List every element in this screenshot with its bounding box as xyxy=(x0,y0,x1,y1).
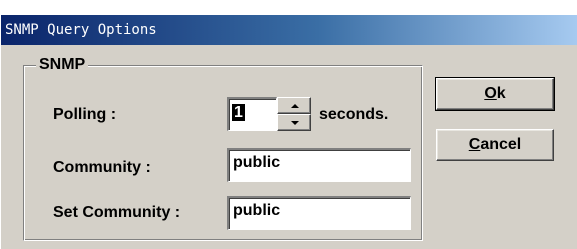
community-input[interactable]: public xyxy=(227,148,411,182)
spin-down-icon xyxy=(291,121,299,125)
group-label: SNMP xyxy=(36,56,89,74)
polling-value: 1 xyxy=(232,104,245,121)
window-title: SNMP Query Options xyxy=(5,22,157,38)
polling-input[interactable]: 1 xyxy=(227,97,277,131)
spin-down-button[interactable] xyxy=(277,114,311,131)
ok-label-rest: k xyxy=(496,85,506,102)
cancel-button[interactable]: Cancel xyxy=(436,129,554,161)
polling-unit: seconds. xyxy=(319,106,389,123)
spin-up-button[interactable] xyxy=(277,97,311,114)
ok-mnemonic: O xyxy=(484,85,497,102)
polling-spinner[interactable] xyxy=(277,97,311,131)
snmp-query-options-dialog: SNMP Query Options SNMP Polling : 1 seco… xyxy=(0,14,577,249)
ok-button[interactable]: Ok xyxy=(435,77,555,111)
cancel-label-rest: ancel xyxy=(480,136,522,153)
community-label: Community : xyxy=(53,159,151,176)
community-value: public xyxy=(233,154,281,171)
spin-up-icon xyxy=(291,104,299,108)
polling-label: Polling : xyxy=(53,106,117,123)
title-bar[interactable]: SNMP Query Options xyxy=(1,15,577,45)
set-community-label: Set Community : xyxy=(53,204,181,221)
set-community-input[interactable]: public xyxy=(227,196,411,230)
set-community-value: public xyxy=(233,202,281,219)
cancel-mnemonic: C xyxy=(468,136,481,153)
